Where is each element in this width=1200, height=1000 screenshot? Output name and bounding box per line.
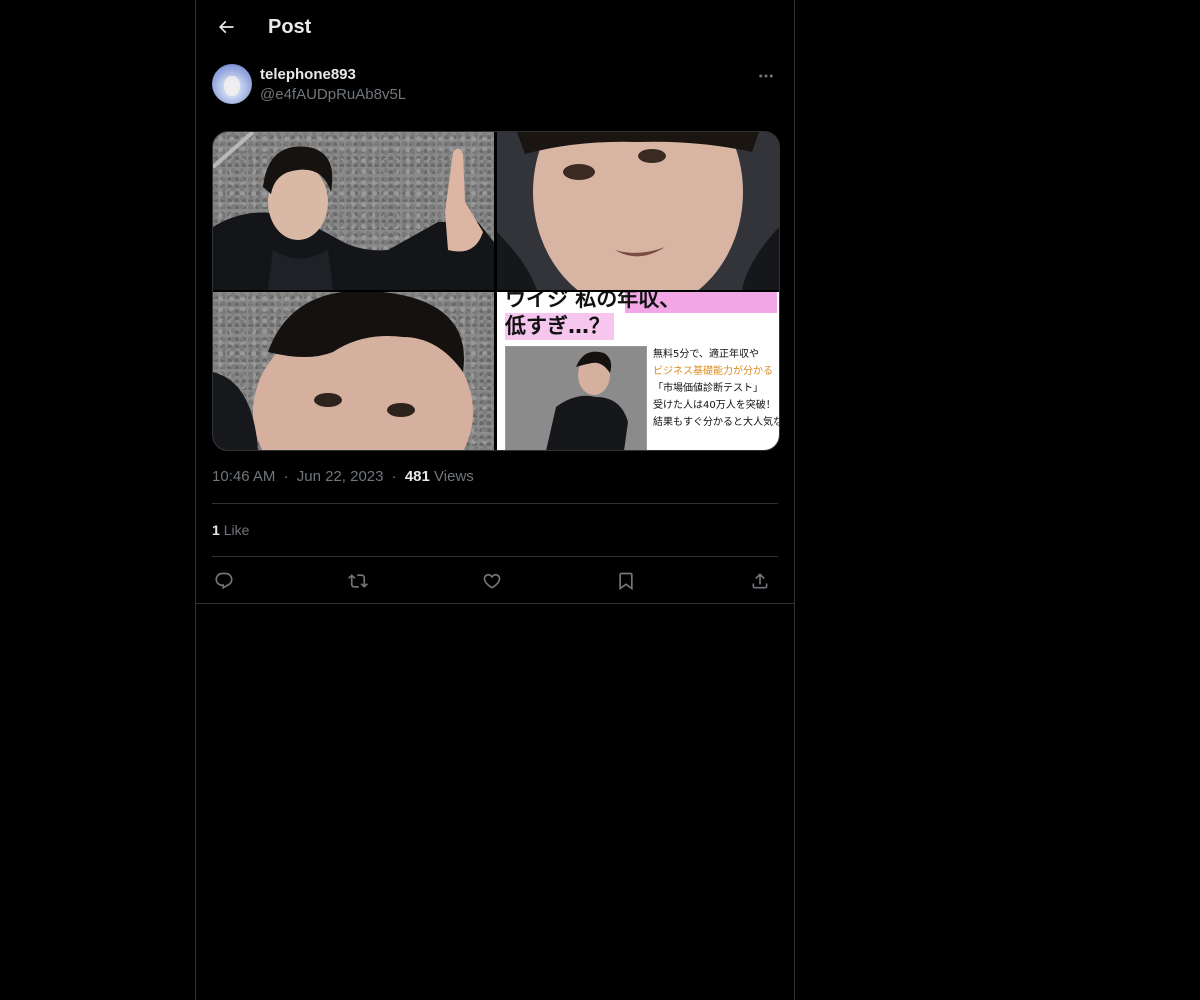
meta-separator: · bbox=[283, 468, 289, 485]
bookmark-button[interactable] bbox=[614, 569, 638, 593]
repost-button[interactable] bbox=[346, 569, 370, 593]
post-meta: 10:46 AM · Jun 22, 2023 · 481 Views bbox=[212, 467, 474, 487]
more-horizontal-icon bbox=[757, 67, 775, 85]
arrow-left-icon bbox=[216, 17, 236, 37]
likes-summary[interactable]: 1 Like bbox=[212, 520, 249, 540]
share-icon bbox=[750, 571, 770, 591]
post-date[interactable]: Jun 22, 2023 bbox=[297, 468, 384, 485]
media-photo-3[interactable] bbox=[213, 292, 494, 450]
likes-label: Like bbox=[223, 522, 250, 538]
share-button[interactable] bbox=[748, 569, 772, 593]
post-actions bbox=[212, 566, 778, 596]
views-label: Views bbox=[434, 468, 474, 485]
ad-body-text: 無料5分で、適正年収や ビジネス基礎能力が分かる 「市場価値診断テスト」 受けた… bbox=[653, 349, 779, 428]
like-button[interactable] bbox=[480, 569, 504, 593]
meta-separator: · bbox=[391, 468, 397, 485]
views-count: 481 bbox=[404, 468, 430, 485]
reply-button[interactable] bbox=[212, 569, 236, 593]
back-button[interactable] bbox=[208, 9, 244, 45]
divider bbox=[212, 556, 778, 557]
repost-icon bbox=[348, 571, 368, 591]
more-button[interactable] bbox=[754, 64, 778, 88]
page-title: Post bbox=[268, 16, 312, 38]
page-header: Post bbox=[196, 0, 794, 54]
ad-headline: ウイジ 私の年収、 低すぎ…？ bbox=[505, 292, 777, 340]
media-photo-2[interactable] bbox=[497, 132, 779, 290]
media-photo-1[interactable] bbox=[213, 132, 494, 290]
post-time[interactable]: 10:46 AM bbox=[212, 468, 275, 485]
media-ad-image[interactable]: ウイジ 私の年収、 低すぎ…？ 無料5分で、適正年収や ビジネス基礎能力が分かる… bbox=[497, 292, 779, 450]
author-handle[interactable]: @e4fAUDpRuAb8v5L bbox=[260, 85, 406, 105]
author-display-name[interactable]: telephone893 bbox=[260, 65, 356, 85]
avatar[interactable] bbox=[212, 64, 252, 104]
post-author: telephone893 @e4fAUDpRuAb8v5L bbox=[212, 64, 778, 108]
heart-icon bbox=[482, 571, 502, 591]
reply-icon bbox=[214, 571, 234, 591]
likes-count: 1 bbox=[212, 522, 220, 538]
post-media-grid[interactable]: ウイジ 私の年収、 低すぎ…？ 無料5分で、適正年収や ビジネス基礎能力が分かる… bbox=[212, 131, 780, 451]
divider bbox=[212, 503, 778, 504]
post-column: Post telephone893 @e4fAUDpRuAb8v5L ウイジ 私… bbox=[195, 0, 795, 1000]
ad-photo bbox=[505, 346, 647, 450]
post-bottom-border bbox=[196, 603, 794, 604]
bookmark-icon bbox=[616, 571, 636, 591]
